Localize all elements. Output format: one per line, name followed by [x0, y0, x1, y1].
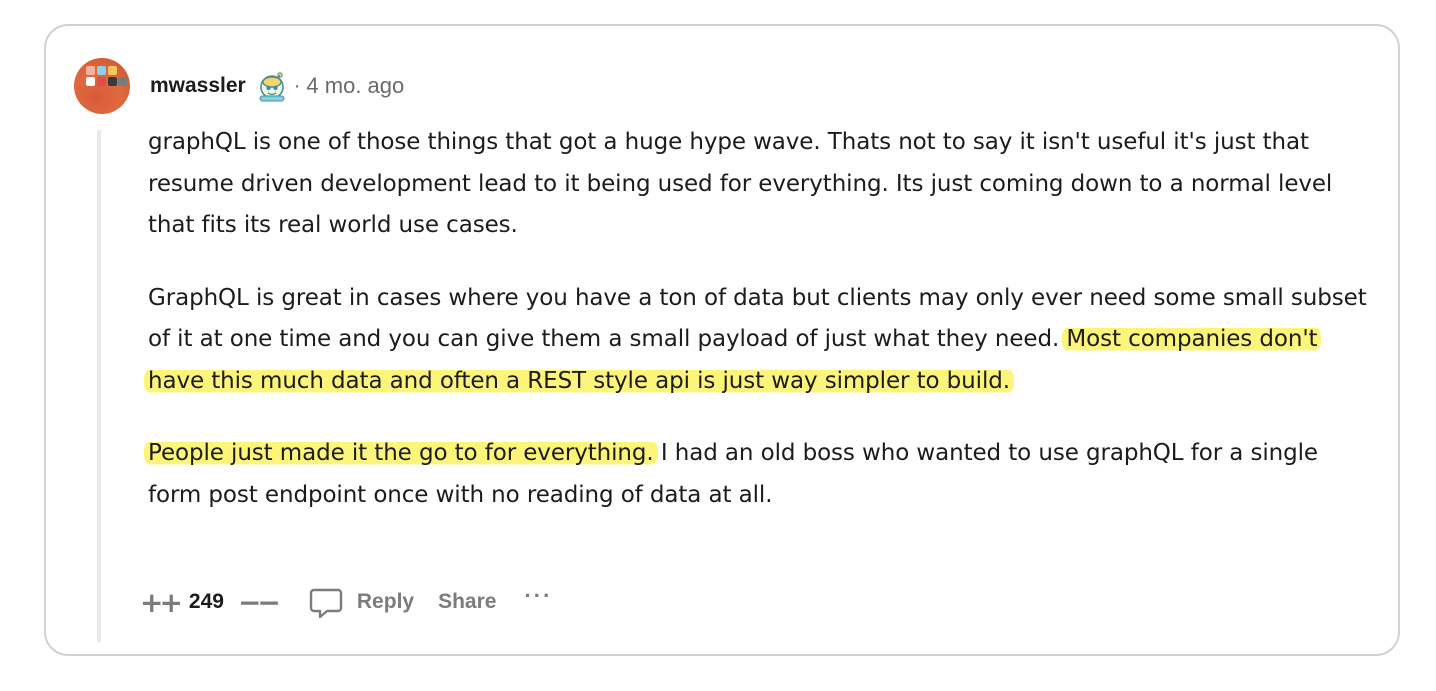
thread-collapse-line[interactable]	[97, 130, 101, 642]
comment-paragraph: People just made it the go to for everyt…	[144, 433, 1378, 516]
comment-action-bar: ++ 249 −− Reply Share ···	[140, 582, 552, 622]
comment-paragraph: graphQL is one of those things that got …	[148, 122, 1378, 247]
paragraph-text: graphQL is one of those things that got …	[148, 129, 1333, 238]
author-username[interactable]: mwassler	[150, 74, 246, 98]
share-button[interactable]: Share	[438, 590, 496, 614]
comment-body: graphQL is one of those things that got …	[144, 122, 1378, 547]
comment-bubble-icon	[309, 588, 343, 619]
reply-label: Reply	[356, 590, 415, 613]
comment-header: mwassler · 4 mo. ago	[150, 70, 404, 102]
vote-count: 249	[188, 590, 224, 613]
downvote-icon[interactable]: −−	[238, 586, 281, 619]
meta-separator: ·	[293, 74, 301, 97]
user-avatar[interactable]	[74, 58, 130, 114]
comment-paragraph: GraphQL is great in cases where you have…	[144, 278, 1378, 403]
upvote-icon[interactable]: ++	[140, 586, 183, 619]
reply-button[interactable]: Reply	[307, 583, 414, 621]
highlighted-text: People just made it the go to for everyt…	[144, 440, 658, 466]
snoo-avatar-icon[interactable]	[256, 70, 288, 102]
comment-timestamp[interactable]: 4 mo. ago	[306, 73, 404, 99]
comment-card: mwassler · 4 mo. ago graphQL is one of t…	[44, 24, 1400, 656]
more-options-icon[interactable]: ···	[524, 583, 552, 609]
